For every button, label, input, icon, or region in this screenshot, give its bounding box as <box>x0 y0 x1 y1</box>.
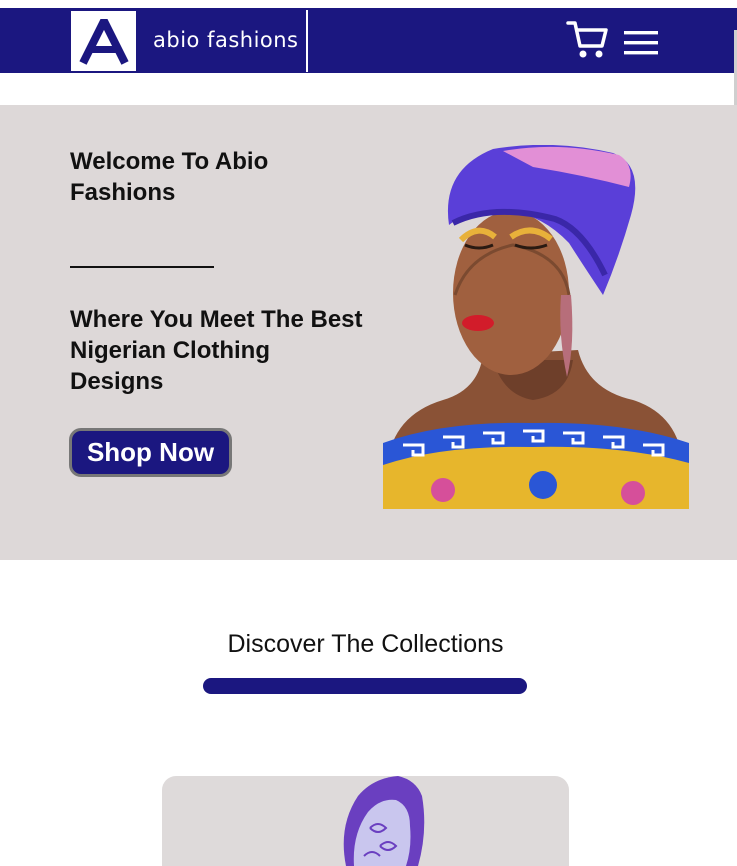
brand-logo[interactable]: abio fashions <box>70 10 308 72</box>
hamburger-menu-icon[interactable] <box>624 29 660 62</box>
collections-underline <box>203 678 527 694</box>
cart-icon[interactable] <box>566 19 610 66</box>
hero-model-image <box>383 145 689 509</box>
brand-name: abio fashions <box>153 28 299 52</box>
collections-title: Discover The Collections <box>227 630 504 658</box>
hero-title: Welcome To Abio Fashions <box>70 148 269 206</box>
collection-card[interactable] <box>162 776 569 866</box>
hero-subtitle: Where You Meet The Best Nigerian Clothin… <box>70 306 363 395</box>
collection-garment-image <box>343 776 425 866</box>
site-header: abio fashions <box>0 8 737 73</box>
hero-section: Welcome To Abio Fashions Where You Meet … <box>0 105 737 560</box>
logo-mark <box>70 10 137 72</box>
hero-divider <box>70 266 214 268</box>
logo-a-icon <box>79 19 129 65</box>
shop-now-button[interactable]: Shop Now <box>69 428 232 477</box>
